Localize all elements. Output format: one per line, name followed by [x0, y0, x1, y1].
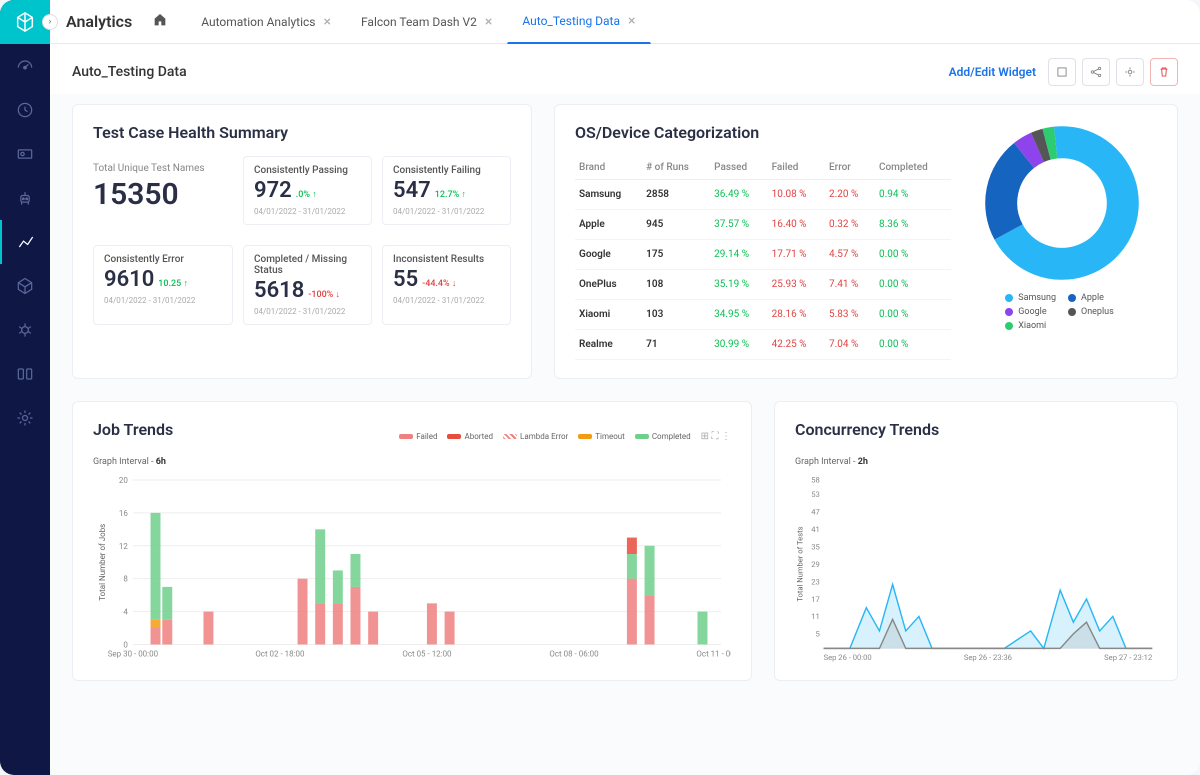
concurrency-card: Concurrency Trends Graph Interval - 2h 5…: [774, 401, 1178, 681]
legend-item: Google: [1005, 307, 1056, 317]
svg-text:58: 58: [811, 476, 820, 485]
table-row: Samsung285836.49 %10.08 %2.20 %0.94 %: [575, 180, 951, 210]
svg-text:35: 35: [811, 542, 820, 551]
svg-text:Oct 02 - 18:00: Oct 02 - 18:00: [255, 649, 305, 658]
tab-label: Falcon Team Dash V2: [361, 15, 477, 29]
svg-text:53: 53: [811, 490, 820, 499]
svg-text:11: 11: [811, 612, 820, 621]
svg-text:Sep 26 - 00:00: Sep 26 - 00:00: [824, 653, 872, 662]
svg-text:23: 23: [811, 577, 820, 586]
dashboard-name: Auto_Testing Data: [72, 64, 187, 80]
svg-text:Oct 05 - 12:00: Oct 05 - 12:00: [402, 649, 452, 658]
share-button[interactable]: [1082, 58, 1110, 86]
close-icon[interactable]: ×: [485, 14, 492, 30]
svg-text:Sep 26 - 23:36: Sep 26 - 23:36: [964, 653, 1012, 662]
legend-item: Oneplus: [1068, 307, 1119, 317]
concurrency-chart: 5 11 17 23 29 35 41 47 53 58 Sep 26 - 00:00 Sep 26 …: [795, 473, 1157, 668]
tab-label: Auto_Testing Data: [522, 14, 620, 28]
legend-item: Samsung: [1005, 293, 1056, 303]
tile-error: Consistently Error961010.25 ↑04/01/2022 …: [93, 245, 233, 325]
nav-builds[interactable]: [0, 132, 50, 176]
card-title: Test Case Health Summary: [93, 123, 511, 142]
tile-missing: Completed / Missing Status5618-100% ↓04/…: [243, 245, 372, 325]
tab-label: Automation Analytics: [201, 15, 315, 29]
total-tests-stat: Total Unique Test Names 15350: [93, 156, 233, 235]
tab-auto-testing[interactable]: Auto_Testing Data ×: [507, 0, 650, 44]
chart-actions[interactable]: ⊞ ⛶ ⋮: [701, 431, 731, 442]
donut-legend: Samsung Apple Google Oneplus Xiaomi: [1005, 293, 1119, 331]
svg-text:Total Number of Jobs: Total Number of Jobs: [98, 524, 107, 601]
stat-label: Total Unique Test Names: [93, 162, 233, 175]
nav-packages[interactable]: [0, 264, 50, 308]
svg-text:0: 0: [123, 640, 128, 649]
fullscreen-button[interactable]: [1048, 58, 1076, 86]
nav-settings[interactable]: [0, 396, 50, 440]
job-trends-legend: FailedAbortedLambda ErrorTimeoutComplete…: [399, 432, 690, 441]
card-title: Concurrency Trends: [795, 420, 1157, 439]
os-device-card: OS/Device Categorization Brand# of RunsP…: [554, 104, 1178, 379]
content: Test Case Health Summary Total Unique Te…: [50, 94, 1200, 775]
sidebar-expand-icon[interactable]: ›: [42, 14, 58, 30]
job-trends-card: Job Trends FailedAbortedLambda ErrorTime…: [72, 401, 752, 681]
delete-button[interactable]: [1150, 58, 1178, 86]
svg-text:5: 5: [815, 630, 819, 639]
legend-item: Apple: [1068, 293, 1119, 303]
nav-analytics[interactable]: [0, 220, 50, 264]
svg-text:Sep 27 - 23:12: Sep 27 - 23:12: [1104, 653, 1152, 662]
tabs: Automation Analytics × Falcon Team Dash …: [186, 0, 650, 44]
settings-button[interactable]: [1116, 58, 1144, 86]
svg-text:8: 8: [123, 575, 128, 584]
svg-text:12: 12: [119, 542, 128, 551]
main: Analytics Automation Analytics × Falcon …: [50, 0, 1200, 775]
add-widget-button[interactable]: Add/Edit Widget: [949, 65, 1036, 79]
nav-dashboard[interactable]: [0, 44, 50, 88]
card-title: OS/Device Categorization: [575, 123, 951, 142]
job-trends-chart: 0 4 8 12 16 20 Sep 30 - 00:00 Oct 02 - 18:00 Oct…: [93, 473, 731, 666]
card-title: Job Trends: [93, 420, 173, 439]
legend-item: Xiaomi: [1005, 321, 1056, 331]
svg-text:Oct 08 - 06:00: Oct 08 - 06:00: [549, 649, 599, 658]
stat-value: 15350: [93, 177, 233, 212]
subheader: Auto_Testing Data Add/Edit Widget: [50, 44, 1200, 94]
topbar: Analytics Automation Analytics × Falcon …: [50, 0, 1200, 44]
tab-automation-analytics[interactable]: Automation Analytics ×: [186, 0, 346, 44]
close-icon[interactable]: ×: [324, 14, 331, 30]
close-icon[interactable]: ×: [628, 13, 635, 29]
svg-text:Oct 11 - 00:00: Oct 11 - 00:00: [696, 649, 731, 658]
svg-text:Sep 30 - 00:00: Sep 30 - 00:00: [108, 649, 159, 658]
svg-text:47: 47: [811, 508, 820, 517]
svg-text:29: 29: [811, 560, 820, 569]
nav-issues[interactable]: [0, 308, 50, 352]
table-row: Realme7130.99 %42.25 %7.04 %0.00 %: [575, 330, 951, 360]
svg-text:16: 16: [119, 509, 128, 518]
page-title: Analytics: [66, 12, 132, 31]
svg-text:Total Number of Tests: Total Number of Tests: [796, 526, 805, 601]
home-button[interactable]: [152, 12, 168, 32]
nav-integrations[interactable]: [0, 352, 50, 396]
interval-label: Graph Interval - 2h: [795, 457, 1157, 467]
app-logo[interactable]: ›: [0, 0, 50, 44]
svg-text:17: 17: [811, 595, 820, 604]
tile-inconsistent: Inconsistent Results55-44.4% ↓04/01/2022…: [382, 245, 511, 325]
tab-falcon-dash[interactable]: Falcon Team Dash V2 ×: [346, 0, 507, 44]
svg-text:41: 41: [811, 525, 820, 534]
nav-automation[interactable]: [0, 176, 50, 220]
table-row: Xiaomi10334.95 %28.16 %5.83 %0.00 %: [575, 300, 951, 330]
svg-text:4: 4: [123, 608, 128, 617]
tile-passing: Consistently Passing972.0% ↑04/01/2022 -…: [243, 156, 372, 225]
os-device-table: Brand# of RunsPassedFailedErrorCompleted…: [575, 156, 951, 360]
interval-label: Graph Interval - 6h: [93, 457, 731, 467]
svg-text:20: 20: [119, 476, 128, 485]
os-device-donut-chart: [982, 123, 1142, 283]
table-row: Apple94537.57 %16.40 %0.32 %8.36 %: [575, 210, 951, 240]
table-row: OnePlus10835.19 %25.93 %7.41 %0.00 %: [575, 270, 951, 300]
tile-failing: Consistently Failing54712.7% ↑04/01/2022…: [382, 156, 511, 225]
health-summary-card: Test Case Health Summary Total Unique Te…: [72, 104, 532, 379]
nav-history[interactable]: [0, 88, 50, 132]
sidebar: ›: [0, 0, 50, 775]
table-row: Google17529.14 %17.71 %4.57 %0.00 %: [575, 240, 951, 270]
